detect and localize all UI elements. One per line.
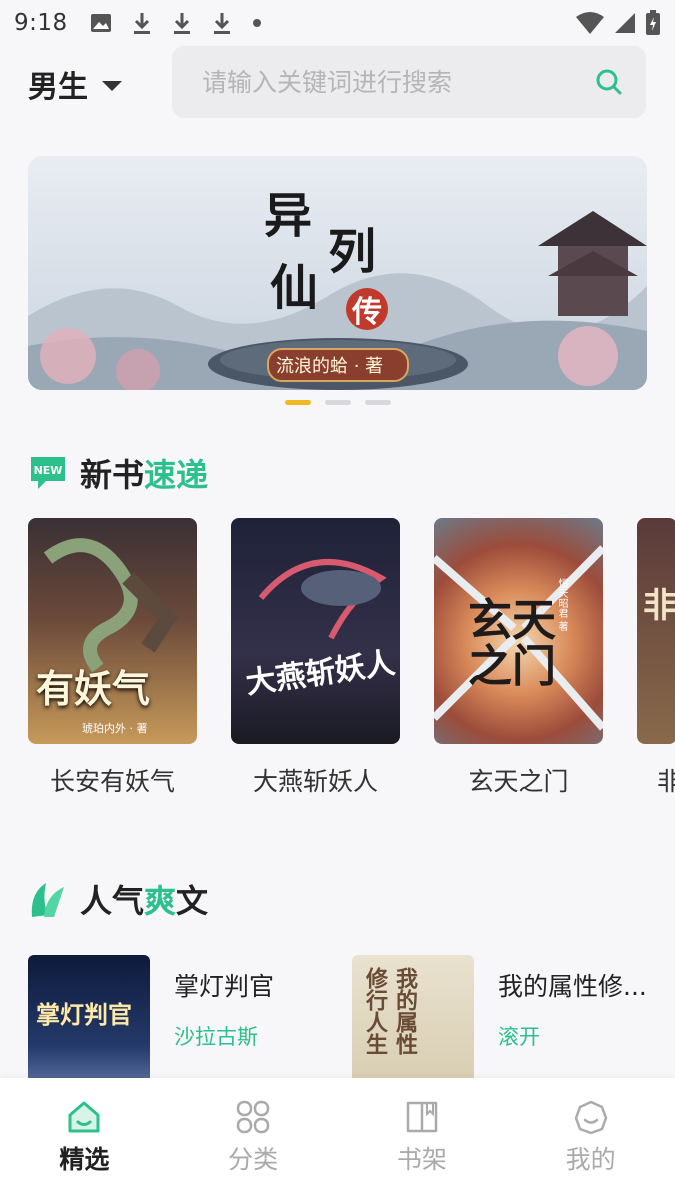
home-icon (68, 1101, 100, 1133)
book-author[interactable]: 滚开 (498, 1021, 658, 1051)
pagination-dot[interactable] (364, 400, 391, 405)
signal-icon (615, 13, 635, 33)
caret-down-icon (102, 80, 122, 91)
dot-icon (252, 19, 261, 27)
popular-book-item[interactable]: 掌灯判官 掌灯判官 沙拉古斯 (28, 955, 352, 1085)
promo-banner[interactable]: 异 列 仙 传 流浪的蛤 · 著 (28, 156, 647, 390)
book-cover: 掌灯判官 (28, 955, 150, 1085)
banner-author: 流浪的蛤 · 著 (276, 356, 384, 377)
pagination-dot[interactable] (324, 400, 351, 405)
book-cover: 玄天之门 恒天昭君 著 (434, 518, 603, 744)
book-card[interactable]: 非 非 (637, 518, 675, 798)
book-title: 非 (657, 767, 675, 796)
banner-title-char: 仙 (270, 260, 319, 316)
book-title: 掌灯判官 (174, 972, 275, 1001)
search-icon[interactable] (594, 67, 624, 97)
wifi-icon (576, 12, 604, 34)
nav-item-category[interactable]: 分类 (169, 1078, 338, 1200)
book-cover: 有妖气 琥珀内外 · 著 (28, 518, 197, 744)
book-cover: 非 (637, 518, 675, 744)
book-cover-text: 掌灯判官 (36, 1000, 132, 1029)
section-title-highlight: 速递 (144, 456, 209, 494)
leaf-icon (31, 883, 64, 917)
header: 男生 (0, 46, 675, 120)
gender-selector[interactable]: 男生 (28, 62, 122, 106)
book-cover-author: 恒天昭君 著 (556, 578, 567, 632)
gallery-icon (90, 14, 111, 32)
banner-title-char: 列 (328, 224, 377, 280)
book-cover-text: 有妖气 (36, 666, 151, 711)
banner-pagination (0, 400, 675, 405)
book-cover: 大燕斩妖人 (231, 518, 400, 744)
book-author[interactable]: 沙拉古斯 (174, 1021, 334, 1051)
section-title-suffix: 文 (176, 882, 209, 920)
nav-item-featured[interactable]: 精选 (0, 1078, 169, 1200)
book-cover-text: 我的属性 修行人生 (362, 967, 418, 1055)
section-title-highlight: 爽 (144, 882, 177, 920)
status-time: 9:18 (14, 10, 68, 36)
nav-item-bookshelf[interactable]: 书架 (338, 1078, 507, 1200)
bookshelf-icon (406, 1101, 438, 1133)
book-card[interactable]: 大燕斩妖人 大燕斩妖人 (231, 518, 400, 798)
book-cover-author: 琥珀内外 · 著 (82, 722, 148, 735)
new-books-carousel[interactable]: 有妖气 琥珀内外 · 著 长安有妖气 大燕斩妖人 大燕斩妖人 玄天之门 恒天昭君… (28, 518, 675, 798)
book-title: 大燕斩妖人 (252, 767, 378, 796)
book-title: 长安有妖气 (49, 767, 175, 796)
gender-label: 男生 (28, 70, 88, 105)
nav-label: 我的 (565, 1145, 616, 1174)
download-icon (213, 13, 230, 34)
popular-book-item[interactable]: 我的属性 修行人生 我的属性修... 滚开 (352, 955, 675, 1085)
status-bar: 9:18 (0, 0, 675, 46)
battery-icon (646, 10, 660, 35)
banner-title-char: 异 (264, 188, 313, 244)
pagination-dot[interactable] (284, 400, 311, 405)
book-cover: 我的属性 修行人生 (352, 955, 474, 1085)
profile-icon (574, 1100, 607, 1134)
new-badge-icon: NEW (31, 457, 65, 489)
bottom-nav: 精选 分类 书架 我的 (0, 1078, 675, 1200)
section-title: 人气 (80, 882, 145, 920)
search-input[interactable] (202, 67, 594, 97)
banner-title-char: 传 (346, 288, 388, 330)
download-icon (173, 13, 190, 34)
book-title: 我的属性修... (498, 972, 647, 1001)
section-title: 新书 (80, 456, 145, 494)
nav-item-profile[interactable]: 我的 (506, 1078, 675, 1200)
nav-label: 分类 (228, 1145, 279, 1174)
nav-label: 精选 (59, 1145, 110, 1174)
search-bar[interactable] (172, 46, 646, 118)
popular-list: 掌灯判官 掌灯判官 沙拉古斯 我的属性 修行人生 我的属性修... 滚开 (28, 955, 675, 1085)
section-new-books-header: NEW 新书速递 (28, 450, 208, 496)
book-cover-text: 非 (643, 586, 675, 626)
category-icon (236, 1100, 270, 1134)
book-card[interactable]: 玄天之门 恒天昭君 著 玄天之门 (434, 518, 603, 798)
nav-label: 书架 (396, 1145, 447, 1174)
svg-text:NEW: NEW (34, 464, 63, 477)
book-title: 玄天之门 (468, 767, 569, 796)
banner-title: 异 列 仙 传 (264, 176, 404, 336)
book-cover-text: 玄天之门 (468, 595, 556, 692)
section-popular-header: 人气爽文 (28, 876, 208, 922)
book-card[interactable]: 有妖气 琥珀内外 · 著 长安有妖气 (28, 518, 197, 798)
download-icon (133, 13, 150, 34)
